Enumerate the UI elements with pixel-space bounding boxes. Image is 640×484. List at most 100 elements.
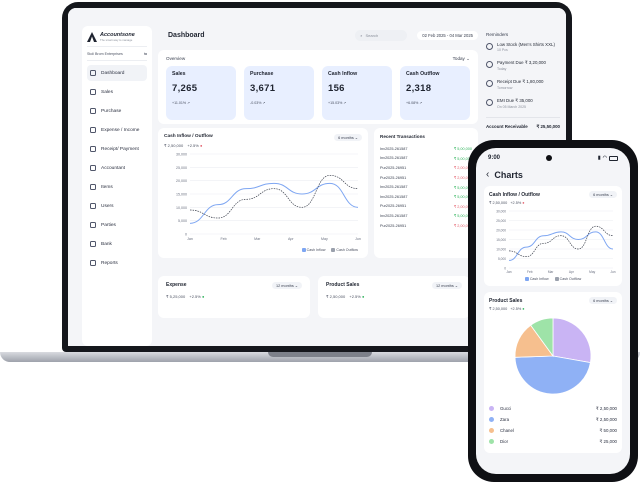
- expense-period-select[interactable]: 12 months ⌄: [272, 282, 302, 289]
- transaction-id: Inv2025-261587: [380, 213, 408, 218]
- kpi-card[interactable]: Sales 7,265 +11.01% ↗: [166, 66, 236, 120]
- transaction-row[interactable]: Inv2025-261587 ₹ 5,00,000: [380, 211, 472, 221]
- transaction-row[interactable]: Pur2025-26951 ₹ 2,00,000: [380, 163, 472, 173]
- product-sales-period-select[interactable]: 12 months ⌄: [432, 282, 462, 289]
- x-tick-label: Feb: [220, 237, 226, 241]
- sidebar-item-label: Receipt/ Payment: [101, 146, 139, 152]
- cash-line-chart: 30,000 25,000 20,000 15,000 10,000 5,000 0Jan F…: [176, 153, 361, 242]
- kpi-card[interactable]: Cash Outflow 2,318 +6.08% ↗: [400, 66, 470, 120]
- y-tick-label: 25,000: [176, 166, 187, 170]
- legend-dot: [489, 439, 494, 445]
- sidebar-item-users[interactable]: Users: [87, 198, 147, 214]
- transaction-id: Inv2025-261587: [380, 156, 408, 161]
- bank-icon: [90, 241, 96, 247]
- series-line-outflow: [189, 174, 359, 219]
- reminder-item[interactable]: EMI Due ₹ 35,000 On 05 March 2025: [486, 98, 560, 109]
- search-placeholder: Search: [365, 32, 379, 38]
- cash-chart-period-select[interactable]: 6 months ⌄: [334, 134, 362, 141]
- phone-cash-period-select[interactable]: 6 months ⌄: [589, 191, 617, 198]
- trend-icon: ↗: [187, 101, 191, 105]
- series-line-outflow: [508, 225, 614, 257]
- reminder-item[interactable]: Receipt Due ₹ 1,80,000 Tomorrow: [486, 79, 560, 90]
- y-tick-label: 30,000: [496, 210, 506, 214]
- transaction-row[interactable]: Pur2025-26951 ₹ 2,00,000: [380, 202, 472, 212]
- phone-cash-chart-card: Cash Inflow / Outflow 6 months ⌄ ₹ 2,50,…: [484, 186, 622, 287]
- reminder-item[interactable]: Low Stock (Men's Shirts XXL) 10 Pcs: [486, 42, 560, 52]
- sidebar-item-receipt-payment[interactable]: Receipt/ Payment: [87, 141, 147, 157]
- sidebar-item-purchase[interactable]: Purchase: [87, 103, 147, 119]
- switch-icon: ⇆: [143, 52, 147, 56]
- sidebar-item-parties[interactable]: Parties: [87, 217, 147, 233]
- sidebar-item-items[interactable]: Items: [87, 179, 147, 195]
- account-receivable: Account Receivable ₹ 25,50,000: [486, 117, 560, 130]
- kpi-value: 7,265: [172, 83, 198, 94]
- box-icon: [90, 184, 96, 190]
- product-sales-total: ₹ 2,50,000: [326, 294, 346, 299]
- sidebar-item-expense-income[interactable]: Expense / Income: [87, 122, 147, 138]
- reminder-sub: On 05 March 2025: [497, 105, 526, 109]
- phone-cash-line-chart: 30,00025,00020,00015,00010,0005,0000Jan F…: [496, 210, 616, 275]
- search-icon: ⌕: [360, 32, 363, 38]
- y-tick-label: 5,000: [498, 257, 506, 261]
- kpi-delta: +11.01% ↗: [172, 101, 191, 105]
- phone-product-total: ₹ 2,50,000: [489, 307, 508, 312]
- overview-period-select[interactable]: Today ⌄: [453, 56, 470, 62]
- expense-change: +2.5%: [189, 294, 201, 299]
- kpi-value: 2,318: [406, 83, 432, 94]
- sidebar-item-accountant[interactable]: Accountant: [87, 160, 147, 176]
- org-switcher[interactable]: Stoli Brom Enterprises ⇆: [87, 47, 147, 61]
- cash-chart-title: Cash Inflow / Outflow: [164, 134, 213, 139]
- phone-title: Charts: [494, 169, 523, 180]
- slice-name: Gucci: [500, 405, 512, 411]
- sidebar-item-bank[interactable]: Bank: [87, 236, 147, 252]
- reminder-title: Receipt Due ₹ 1,80,000: [497, 79, 544, 84]
- sidebar-item-sales[interactable]: Sales: [87, 84, 147, 100]
- pie-legend-item: Dior ₹ 25,000: [489, 436, 617, 447]
- transaction-row[interactable]: Pur2025-26951 ₹ 2,00,000: [380, 221, 472, 231]
- kpi-value: 156: [328, 83, 345, 94]
- phone-cash-title: Cash Inflow / Outflow: [489, 191, 540, 198]
- sidebar-item-label: Purchase: [101, 108, 122, 114]
- kpi-card[interactable]: Cash Inflow 156 +15.03% ↗: [322, 66, 392, 120]
- pie-legend-item: Gucci ₹ 2,50,000: [489, 403, 617, 414]
- reminder-title: Payment Due ₹ 3,20,000: [497, 60, 546, 65]
- expense-title: Expense: [166, 282, 187, 288]
- sidebar-item-label: Accountant: [101, 165, 126, 171]
- transaction-id: Inv2025-261587: [380, 146, 408, 151]
- legend-outflow: Cash Outflow: [336, 247, 358, 252]
- sidebar-item-dashboard[interactable]: Dashboard: [87, 65, 147, 81]
- kpi-card[interactable]: Purchase 3,671 -0.03% ↗: [244, 66, 314, 120]
- sidebar-item-reports[interactable]: Reports: [87, 255, 147, 271]
- phone-screen: 9:00 ▮ ◠ ‹ Charts Cash Inflow / Outflow 6…: [476, 148, 630, 474]
- reminder-item[interactable]: Payment Due ₹ 3,20,000 Today: [486, 60, 560, 71]
- y-tick-label: 10,000: [176, 206, 187, 210]
- recent-transactions-title: Recent Transactions: [380, 134, 425, 139]
- transaction-row[interactable]: Pur2025-26951 ₹ 2,00,000: [380, 173, 472, 183]
- back-icon[interactable]: ‹: [486, 169, 489, 180]
- transaction-id: Inv2025-261587: [380, 194, 408, 199]
- phone-status-bar: 9:00 ▮ ◠: [476, 148, 630, 161]
- y-tick-label: 25,000: [496, 219, 506, 223]
- cart-icon: [90, 108, 96, 114]
- slice-amount: ₹ 2,50,000: [595, 416, 617, 422]
- search-input[interactable]: ⌕ Search: [355, 29, 408, 41]
- pie-slice-gucci[interactable]: [552, 317, 592, 364]
- user-icon: [90, 203, 96, 209]
- transaction-row[interactable]: Inv2025-261587 ₹ 5,00,000: [380, 154, 472, 164]
- signal-icon: ▮: [597, 155, 601, 161]
- x-tick-label: Apr: [569, 270, 575, 274]
- pie-slice-zara[interactable]: [514, 355, 591, 395]
- reminder-icon: [486, 61, 493, 68]
- transaction-row[interactable]: Inv2025-261587 ₹ 5,00,000: [380, 182, 472, 192]
- reminders-title: Reminders: [486, 32, 509, 37]
- date-range-picker[interactable]: 02 Feb 2025 - 04 Mar 2025: [417, 30, 478, 40]
- kpi-title: Cash Inflow: [328, 71, 358, 77]
- y-tick-label: 20,000: [176, 179, 187, 183]
- change-down-icon: ●: [522, 201, 525, 205]
- phone-product-period-select[interactable]: 6 months ⌄: [589, 297, 617, 305]
- recent-transactions-card: Recent Transactions Inv2025-261587 ₹ 5,00…: [374, 128, 478, 258]
- reminder-sub: Tomorrow: [497, 86, 513, 90]
- transaction-row[interactable]: Inv2025-261587 ₹ 5,00,000: [380, 144, 472, 154]
- y-tick-label: 30,000: [176, 153, 187, 157]
- transaction-row[interactable]: Inv2025-261587 ₹ 5,00,000: [380, 192, 472, 202]
